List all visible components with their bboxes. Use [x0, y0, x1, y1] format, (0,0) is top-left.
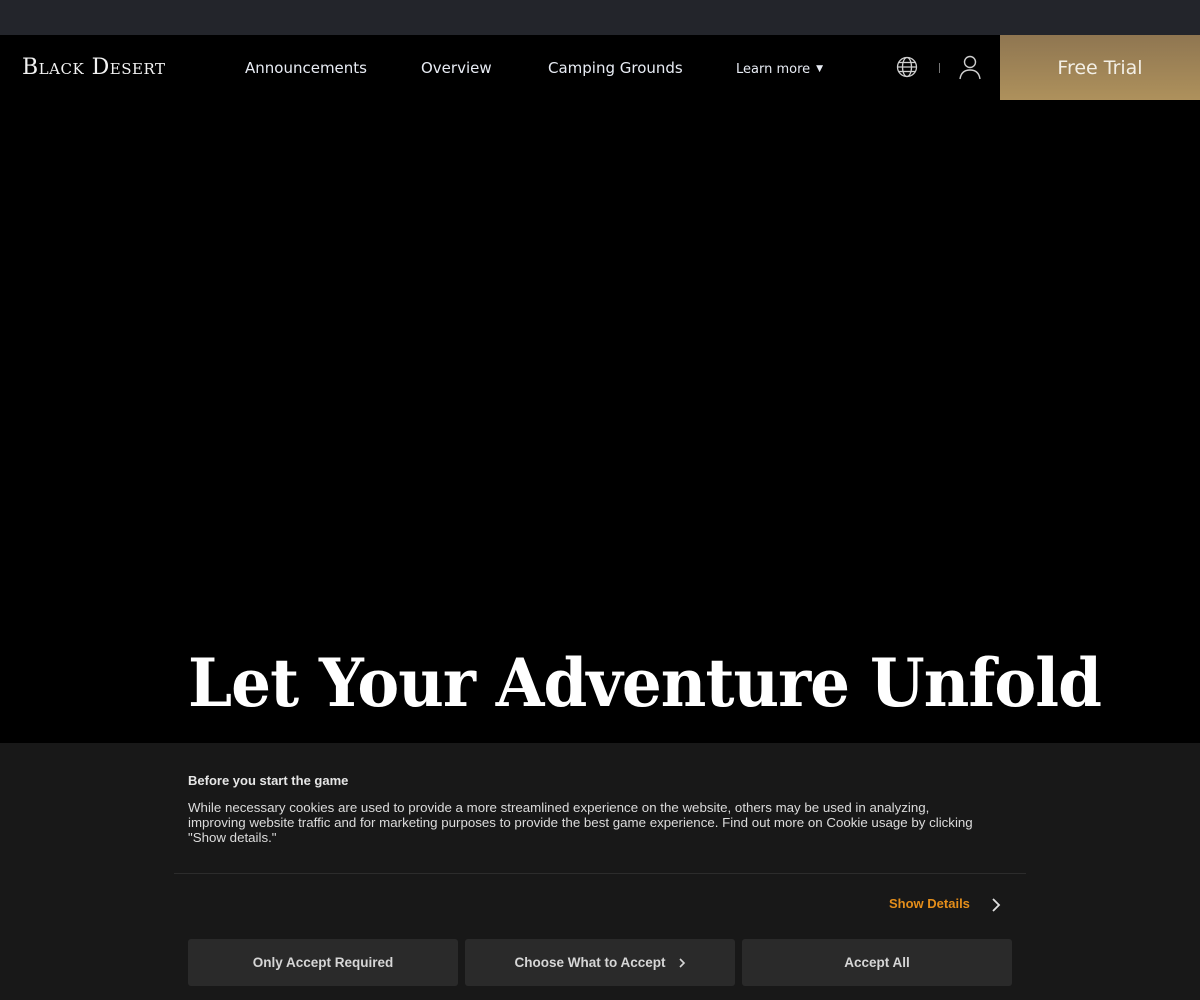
nav-announcements[interactable]: Announcements	[245, 57, 367, 79]
hero-title: Let Your Adventure Unfold	[188, 644, 1102, 722]
cookie-banner-title: Before you start the game	[188, 773, 349, 788]
globe-icon[interactable]	[896, 56, 918, 78]
cookie-banner-divider	[174, 873, 1026, 874]
caret-down-icon: ▼	[816, 64, 824, 74]
show-details-link[interactable]: Show Details	[889, 896, 970, 911]
only-accept-required-button[interactable]: Only Accept Required	[188, 939, 458, 986]
choose-what-to-accept-button[interactable]: Choose What to Accept	[465, 939, 735, 986]
accept-all-button[interactable]: Accept All	[742, 939, 1012, 986]
choose-what-to-accept-label: Choose What to Accept	[514, 955, 666, 970]
browser-top-strip	[0, 0, 1200, 35]
nav-overview[interactable]: Overview	[421, 57, 492, 79]
free-trial-button[interactable]: Free Trial	[1000, 35, 1200, 100]
cookie-banner-description: While necessary cookies are used to prov…	[188, 800, 973, 845]
site-header: Black Desert Announcements Overview Camp…	[0, 35, 1200, 100]
nav-camping-grounds[interactable]: Camping Grounds	[548, 57, 683, 79]
user-icon[interactable]	[958, 54, 982, 80]
chevron-right-icon	[678, 958, 685, 968]
cookie-consent-banner: Before you start the game While necessar…	[0, 743, 1200, 1000]
nav-learn-more-label: Learn more	[736, 62, 811, 77]
nav-learn-more[interactable]: Learn more ▼	[736, 58, 823, 81]
chevron-right-icon[interactable]	[990, 896, 1002, 914]
black-desert-logo[interactable]: Black Desert	[22, 53, 166, 83]
header-divider	[939, 63, 940, 73]
